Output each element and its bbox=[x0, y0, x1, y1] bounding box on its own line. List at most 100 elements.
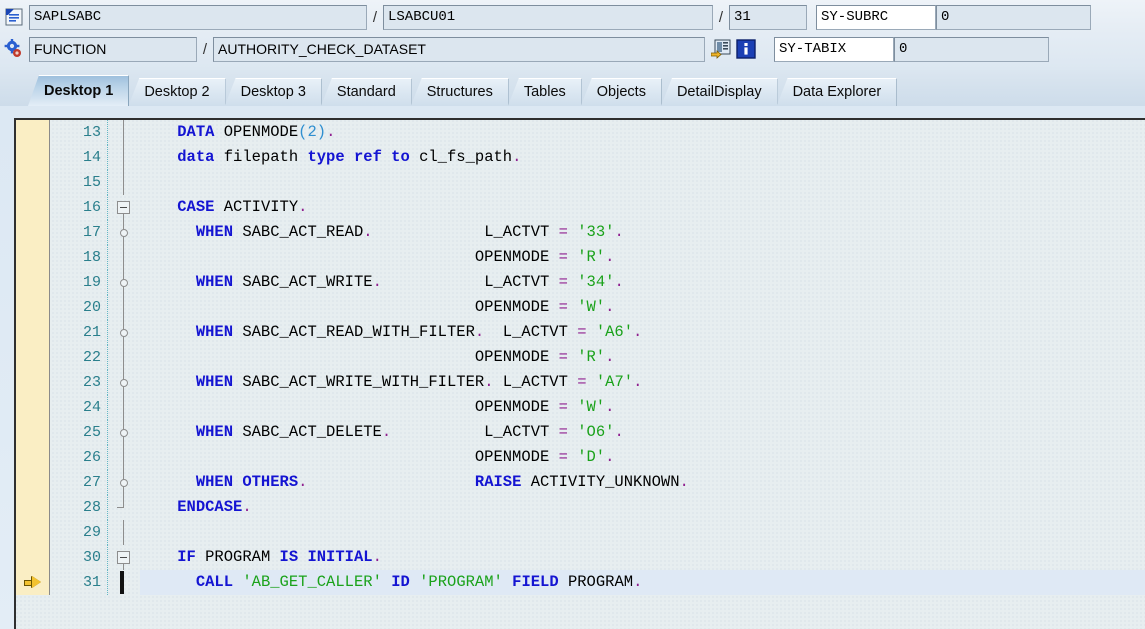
goto-source-icon[interactable] bbox=[710, 39, 731, 59]
code-line[interactable]: 15 bbox=[16, 170, 1145, 195]
fold-column[interactable] bbox=[108, 195, 140, 220]
fold-column[interactable] bbox=[108, 345, 140, 370]
code-text-cell[interactable]: CASE ACTIVITY. bbox=[140, 195, 1145, 220]
line-number-field[interactable]: 31 bbox=[729, 4, 807, 30]
code-text-cell[interactable] bbox=[140, 520, 1145, 545]
fold-column[interactable] bbox=[108, 445, 140, 470]
breakpoint-gutter[interactable] bbox=[16, 395, 50, 420]
code-line[interactable]: 19 WHEN SABC_ACT_WRITE. L_ACTVT = '34'. bbox=[16, 270, 1145, 295]
breakpoint-gutter[interactable] bbox=[16, 370, 50, 395]
breakpoint-gutter[interactable] bbox=[16, 470, 50, 495]
fold-column[interactable] bbox=[108, 495, 140, 520]
code-text-cell[interactable]: WHEN SABC_ACT_READ_WITH_FILTER. L_ACTVT … bbox=[140, 320, 1145, 345]
code-text-cell[interactable]: OPENMODE = 'D'. bbox=[140, 445, 1145, 470]
code-text-cell[interactable] bbox=[140, 170, 1145, 195]
code-text-cell[interactable]: IF PROGRAM IS INITIAL. bbox=[140, 545, 1145, 570]
fold-column[interactable] bbox=[108, 245, 140, 270]
code-text-cell[interactable]: WHEN SABC_ACT_DELETE. L_ACTVT = 'O6'. bbox=[140, 420, 1145, 445]
code-line[interactable]: 31 CALL 'AB_GET_CALLER' ID 'PROGRAM' FIE… bbox=[16, 570, 1145, 595]
source-code-lines[interactable]: 13 DATA OPENMODE(2). 14 data filepath typ… bbox=[16, 120, 1145, 629]
breakpoint-gutter[interactable] bbox=[16, 270, 50, 295]
breakpoint-gutter[interactable] bbox=[16, 195, 50, 220]
info-icon[interactable] bbox=[736, 39, 756, 59]
include-name-field[interactable]: LSABCU01 bbox=[383, 4, 713, 30]
code-text-cell[interactable]: data filepath type ref to cl_fs_path. bbox=[140, 145, 1145, 170]
breakpoint-gutter[interactable] bbox=[16, 170, 50, 195]
fold-column[interactable] bbox=[108, 520, 140, 545]
tab-data-explorer[interactable]: Data Explorer bbox=[776, 78, 898, 106]
code-line[interactable]: 28 ENDCASE. bbox=[16, 495, 1145, 520]
code-line[interactable]: 26 OPENMODE = 'D'. bbox=[16, 445, 1145, 470]
tab-desktop-3[interactable]: Desktop 3 bbox=[224, 78, 322, 106]
code-text-cell[interactable]: WHEN OTHERS. RAISE ACTIVITY_UNKNOWN. bbox=[140, 470, 1145, 495]
breakpoint-gutter[interactable] bbox=[16, 520, 50, 545]
code-line[interactable]: 30 IF PROGRAM IS INITIAL. bbox=[16, 545, 1145, 570]
code-line[interactable]: 22 OPENMODE = 'R'. bbox=[16, 345, 1145, 370]
breakpoint-gutter[interactable] bbox=[16, 495, 50, 520]
code-line[interactable]: 20 OPENMODE = 'W'. bbox=[16, 295, 1145, 320]
code-line[interactable]: 14 data filepath type ref to cl_fs_path. bbox=[16, 145, 1145, 170]
object-type-field[interactable]: FUNCTION bbox=[29, 36, 197, 62]
fold-column[interactable] bbox=[108, 120, 140, 145]
fold-column[interactable] bbox=[108, 320, 140, 345]
breakpoint-gutter[interactable] bbox=[16, 145, 50, 170]
fold-column[interactable] bbox=[108, 545, 140, 570]
tab-tables[interactable]: Tables bbox=[507, 78, 582, 106]
breakpoint-gutter[interactable] bbox=[16, 120, 50, 145]
fold-collapse-icon[interactable] bbox=[117, 201, 130, 214]
code-text-cell[interactable]: OPENMODE = 'R'. bbox=[140, 245, 1145, 270]
breakpoint-gutter[interactable] bbox=[16, 245, 50, 270]
tab-detaildisplay[interactable]: DetailDisplay bbox=[660, 78, 778, 106]
code-text-cell[interactable]: OPENMODE = 'R'. bbox=[140, 345, 1145, 370]
fold-column[interactable] bbox=[108, 470, 140, 495]
code-text-cell[interactable]: WHEN SABC_ACT_WRITE_WITH_FILTER. L_ACTVT… bbox=[140, 370, 1145, 395]
fold-column[interactable] bbox=[108, 295, 140, 320]
line-number: 29 bbox=[50, 520, 108, 545]
current-line-marker-gutter[interactable] bbox=[16, 570, 50, 595]
code-text-cell[interactable]: ENDCASE. bbox=[140, 495, 1145, 520]
object-name-field[interactable]: AUTHORITY_CHECK_DATASET bbox=[213, 36, 705, 62]
code-line[interactable]: 24 OPENMODE = 'W'. bbox=[16, 395, 1145, 420]
sy-tabix-value-field[interactable]: 0 bbox=[894, 36, 1049, 62]
code-line[interactable]: 16 CASE ACTIVITY. bbox=[16, 195, 1145, 220]
breakpoint-gutter[interactable] bbox=[16, 445, 50, 470]
breakpoint-gutter[interactable] bbox=[16, 320, 50, 345]
fold-collapse-icon[interactable] bbox=[117, 551, 130, 564]
tab-objects[interactable]: Objects bbox=[580, 78, 662, 106]
code-line[interactable]: 27 WHEN OTHERS. RAISE ACTIVITY_UNKNOWN. bbox=[16, 470, 1145, 495]
code-line[interactable]: 13 DATA OPENMODE(2). bbox=[16, 120, 1145, 145]
sy-tabix-label-field[interactable]: SY-TABIX bbox=[774, 36, 894, 62]
fold-column[interactable] bbox=[108, 145, 140, 170]
code-text-cell[interactable]: OPENMODE = 'W'. bbox=[140, 395, 1145, 420]
program-name-field[interactable]: SAPLSABC bbox=[29, 4, 367, 30]
code-text-cell[interactable]: WHEN SABC_ACT_WRITE. L_ACTVT = '34'. bbox=[140, 270, 1145, 295]
sy-subrc-value-field[interactable]: 0 bbox=[936, 4, 1091, 30]
tab-desktop-2[interactable]: Desktop 2 bbox=[128, 78, 226, 106]
code-line[interactable]: 25 WHEN SABC_ACT_DELETE. L_ACTVT = 'O6'. bbox=[16, 420, 1145, 445]
breakpoint-gutter[interactable] bbox=[16, 545, 50, 570]
fold-column[interactable] bbox=[108, 395, 140, 420]
fold-column[interactable] bbox=[108, 370, 140, 395]
code-line[interactable]: 21 WHEN SABC_ACT_READ_WITH_FILTER. L_ACT… bbox=[16, 320, 1145, 345]
code-line[interactable]: 23 WHEN SABC_ACT_WRITE_WITH_FILTER. L_AC… bbox=[16, 370, 1145, 395]
code-text-cell[interactable]: DATA OPENMODE(2). bbox=[140, 120, 1145, 145]
fold-column[interactable] bbox=[108, 270, 140, 295]
code-text-cell[interactable]: CALL 'AB_GET_CALLER' ID 'PROGRAM' FIELD … bbox=[140, 570, 1145, 595]
code-text-cell[interactable]: OPENMODE = 'W'. bbox=[140, 295, 1145, 320]
fold-column[interactable] bbox=[108, 570, 140, 595]
fold-column[interactable] bbox=[108, 170, 140, 195]
code-line[interactable]: 17 WHEN SABC_ACT_READ. L_ACTVT = '33'. bbox=[16, 220, 1145, 245]
fold-column[interactable] bbox=[108, 420, 140, 445]
code-text-cell[interactable]: WHEN SABC_ACT_READ. L_ACTVT = '33'. bbox=[140, 220, 1145, 245]
sy-subrc-label-field[interactable]: SY-SUBRC bbox=[816, 4, 936, 30]
tab-standard[interactable]: Standard bbox=[320, 78, 412, 106]
code-line[interactable]: 18 OPENMODE = 'R'. bbox=[16, 245, 1145, 270]
breakpoint-gutter[interactable] bbox=[16, 345, 50, 370]
fold-column[interactable] bbox=[108, 220, 140, 245]
tab-structures[interactable]: Structures bbox=[410, 78, 509, 106]
code-line[interactable]: 29 bbox=[16, 520, 1145, 545]
breakpoint-gutter[interactable] bbox=[16, 295, 50, 320]
breakpoint-gutter[interactable] bbox=[16, 220, 50, 245]
breakpoint-gutter[interactable] bbox=[16, 420, 50, 445]
tab-desktop-1[interactable]: Desktop 1 bbox=[28, 75, 130, 106]
